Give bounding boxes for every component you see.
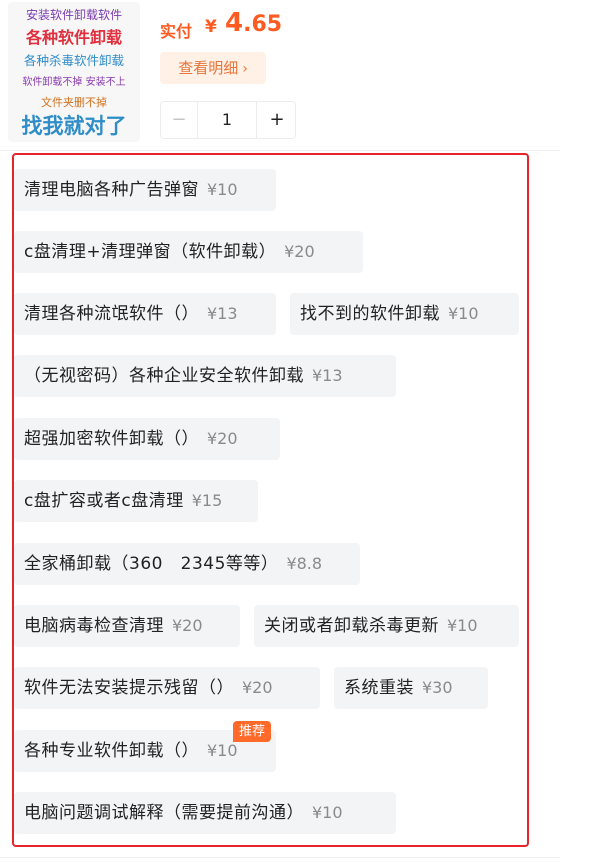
option-chip[interactable]: 全家桶卸载（360 2345等等） ¥8.8 xyxy=(14,543,360,585)
thumbnail-text-line: 各种杀毒软件卸载 xyxy=(23,53,124,68)
option-name: c盘清理+清理弹窗（软件卸载） xyxy=(24,242,277,262)
option-name: 超强加密软件卸载（） xyxy=(24,429,199,449)
option-price: ¥20 xyxy=(207,429,238,448)
thumbnail-text-line: 找我就对了 xyxy=(21,114,127,138)
price-decimal: .65 xyxy=(243,12,283,37)
price-value: 4.65 xyxy=(225,8,282,38)
price-label: 实付 xyxy=(160,22,193,41)
option-price: ¥30 xyxy=(422,678,453,697)
decrement-button[interactable]: − xyxy=(161,102,197,138)
option-price: ¥10 xyxy=(207,180,238,199)
option-chip[interactable]: 超强加密软件卸载（） ¥20 xyxy=(14,418,280,460)
option-name: 电脑问题调试解释（需要提前沟通） xyxy=(24,803,304,823)
increment-button[interactable]: + xyxy=(259,102,295,138)
price-currency: ¥ xyxy=(205,17,217,37)
option-price: ¥20 xyxy=(172,616,203,635)
option-chip[interactable]: 系统重装 ¥30 xyxy=(334,667,488,709)
option-chip[interactable]: 关闭或者卸载杀毒更新 ¥10 xyxy=(254,605,519,647)
thumbnail-text-line: 各种软件卸载 xyxy=(25,28,122,47)
option-name: 清理各种流氓软件（） xyxy=(24,304,199,324)
option-chip[interactable]: 电脑病毒检查清理 ¥20 xyxy=(14,605,240,647)
thumbnail-text-line: 安装软件卸载软件 xyxy=(25,8,122,22)
option-price: ¥10 xyxy=(207,741,238,760)
quantity-stepper: − 1 + xyxy=(160,101,296,139)
option-chip[interactable]: 清理各种流氓软件（） ¥13 xyxy=(14,293,276,335)
option-price: ¥10 xyxy=(448,304,479,323)
option-chip[interactable]: 软件无法安装提示残留（） ¥20 xyxy=(14,667,320,709)
option-name: c盘扩容或者c盘清理 xyxy=(24,491,184,511)
option-chip[interactable]: 电脑问题调试解释（需要提前沟通） ¥10 xyxy=(14,792,396,834)
option-name: 全家桶卸载（360 2345等等） xyxy=(24,554,279,574)
option-name: 关闭或者卸载杀毒更新 xyxy=(264,616,439,636)
option-name: 各种专业软件卸载（） xyxy=(24,741,199,761)
section-divider xyxy=(0,150,560,151)
option-chip[interactable]: c盘扩容或者c盘清理 ¥15 xyxy=(14,480,258,522)
thumbnail-text-line: 软件卸载不掉 安装不上 xyxy=(22,77,126,88)
option-name: 系统重装 xyxy=(344,678,414,698)
option-chip[interactable]: 找不到的软件卸载 ¥10 xyxy=(290,293,519,335)
option-chip[interactable]: 清理电脑各种广告弹窗 ¥10 xyxy=(14,169,276,211)
option-name: 找不到的软件卸载 xyxy=(300,304,440,324)
option-name: （无视密码）各种企业安全软件卸载 xyxy=(24,366,304,386)
option-price: ¥20 xyxy=(284,242,315,261)
option-price: ¥8.8 xyxy=(286,554,323,573)
option-name: 软件无法安装提示残留（） xyxy=(24,678,234,698)
option-price: ¥15 xyxy=(191,491,223,510)
option-price: ¥10 xyxy=(312,803,343,822)
option-price: ¥20 xyxy=(242,678,273,697)
quantity-value[interactable]: 1 xyxy=(197,102,257,138)
product-thumbnail[interactable]: 安装软件卸载软件 各种软件卸载 各种杀毒软件卸载 软件卸载不掉 安装不上 文件夹… xyxy=(8,2,140,142)
option-name: 清理电脑各种广告弹窗 xyxy=(24,180,199,200)
chevron-right-icon: › xyxy=(242,61,248,77)
section-divider xyxy=(0,857,560,858)
price-integer: 4 xyxy=(225,8,244,38)
option-price: ¥10 xyxy=(447,616,478,635)
option-price: ¥13 xyxy=(207,304,238,323)
view-details-button[interactable]: 查看明细 › xyxy=(160,52,266,84)
view-details-label: 查看明细 xyxy=(178,59,239,77)
option-chip[interactable]: c盘清理+清理弹窗（软件卸载） ¥20 xyxy=(14,231,363,273)
thumbnail-text-line: 文件夹删不掉 xyxy=(41,96,107,109)
recommend-badge: 推荐 xyxy=(233,721,272,742)
option-price: ¥13 xyxy=(312,366,343,385)
option-name: 电脑病毒检查清理 xyxy=(24,616,164,636)
option-chip[interactable]: （无视密码）各种企业安全软件卸载 ¥13 xyxy=(14,355,396,397)
